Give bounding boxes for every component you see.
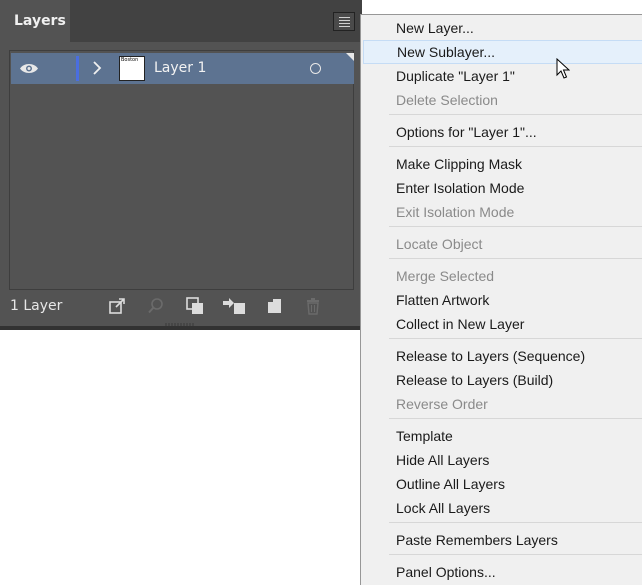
target-circle-icon[interactable] (310, 63, 321, 74)
menu-item-exit-isolation-mode: Exit Isolation Mode (396, 204, 515, 220)
panel-footer: 1 Layer (0, 293, 362, 323)
menu-separator (389, 338, 642, 339)
trash-icon (307, 298, 319, 315)
clipping-mask-icon[interactable] (186, 297, 204, 315)
selection-corner-indicator (346, 53, 354, 61)
menu-item-outline-all-layers[interactable]: Outline All Layers (361, 472, 642, 496)
hamburger-line (339, 23, 350, 24)
mouse-pointer-icon (556, 58, 570, 79)
menu-item-duplicate-layer[interactable]: Duplicate "Layer 1" (361, 64, 642, 88)
menu-item-release-to-layers-sequence[interactable]: Release to Layers (Sequence) (361, 344, 642, 368)
menu-separator (389, 522, 642, 523)
menu-separator (389, 418, 642, 419)
panel-bottom-edge (0, 326, 362, 330)
panel-tab-bar: Layers (0, 0, 362, 42)
layers-panel: Layers Boston Layer 1 1 Layer (0, 0, 362, 330)
menu-item-enter-isolation-mode[interactable]: Enter Isolation Mode (361, 176, 642, 200)
panel-context-menu: New Layer... New Sublayer... Duplicate "… (360, 14, 642, 585)
menu-item-collect-in-new-layer[interactable]: Collect in New Layer (361, 312, 642, 336)
menu-item-options-for-layer[interactable]: Options for "Layer 1"... (361, 120, 642, 144)
menu-item-lock-all-layers[interactable]: Lock All Layers (361, 496, 642, 520)
menu-item-make-clipping-mask[interactable]: Make Clipping Mask (361, 152, 642, 176)
search-icon (148, 298, 163, 314)
menu-item-template[interactable]: Template (361, 424, 642, 448)
move-selection-icon[interactable] (222, 297, 246, 315)
layer-row[interactable]: Boston Layer 1 (11, 53, 354, 84)
menu-item-paste-remembers-layers[interactable]: Paste Remembers Layers (361, 528, 642, 552)
layer-color-strip (76, 56, 79, 81)
menu-item-locate-object: Locate Object (396, 236, 483, 252)
chevron-right-icon[interactable] (92, 61, 102, 75)
menu-item-merge-selected: Merge Selected (396, 268, 495, 284)
menu-item-new-sublayer[interactable]: New Sublayer... (363, 40, 642, 64)
menu-separator (389, 554, 642, 555)
layer-thumbnail: Boston (119, 56, 145, 81)
hamburger-line (339, 26, 350, 27)
menu-item-reverse-order: Reverse Order (396, 396, 488, 412)
layer-list: Boston Layer 1 (9, 50, 354, 290)
tab-layers[interactable]: Layers (0, 0, 70, 42)
hamburger-icon (339, 17, 350, 18)
hamburger-line (339, 20, 350, 21)
menu-item-delete-selection: Delete Selection (396, 92, 498, 108)
menu-separator (389, 114, 642, 115)
menu-separator (389, 146, 642, 147)
menu-item-new-layer[interactable]: New Layer... (361, 16, 642, 40)
menu-separator (389, 258, 642, 259)
export-icon[interactable] (108, 297, 126, 315)
menu-separator (389, 226, 642, 227)
layer-count: 1 Layer (10, 298, 63, 314)
layer-name[interactable]: Layer 1 (154, 53, 206, 84)
thumbnail-text: Boston (121, 57, 139, 63)
menu-item-release-to-layers-build[interactable]: Release to Layers (Build) (361, 368, 642, 392)
menu-item-panel-options[interactable]: Panel Options... (361, 560, 642, 584)
panel-menu-button[interactable] (333, 12, 355, 31)
visibility-eye-icon[interactable] (19, 62, 39, 75)
menu-item-hide-all-layers[interactable]: Hide All Layers (361, 448, 642, 472)
menu-item-flatten-artwork[interactable]: Flatten Artwork (361, 288, 642, 312)
new-layer-icon[interactable] (265, 297, 283, 315)
